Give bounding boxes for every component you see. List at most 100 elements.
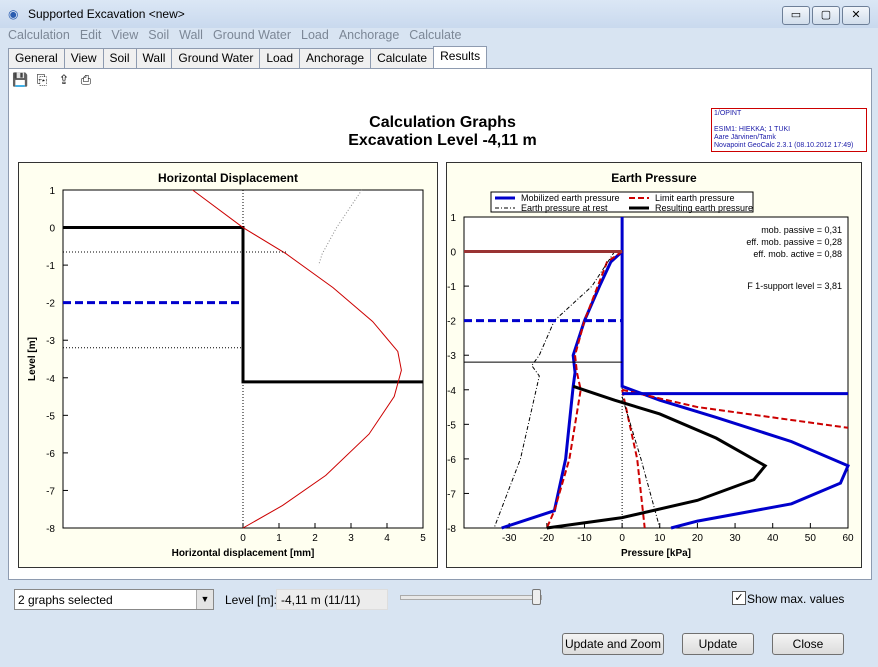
annotation: F 1-support level = 3,81 <box>747 281 842 291</box>
window-title: Supported Excavation <new> <box>28 7 185 21</box>
horizontal-displacement-chart: Horizontal Displacement 1 0 -1 -2 -3 -4 -5 -6 -7… <box>18 162 438 568</box>
tab-results[interactable]: Results <box>433 46 488 69</box>
y-tick-label: -4 <box>447 386 456 397</box>
tab-ground-water[interactable]: Ground Water <box>171 48 261 68</box>
earth-pressure-chart: Earth Pressure 1 0 -1 -2 -3 -4 -5 -6 -7 -8 -30 -20-… <box>446 162 862 568</box>
menu-soil[interactable]: Soil <box>148 28 169 42</box>
save-icon[interactable]: 💾 <box>12 72 28 88</box>
tab-wall[interactable]: Wall <box>135 48 173 68</box>
y-tick-label: -4 <box>46 374 55 385</box>
level-value: -4,11 m (11/11) <box>281 593 361 607</box>
chevron-down-icon[interactable]: ▼ <box>196 590 213 609</box>
x-tick-label: 0 <box>619 533 625 544</box>
legend-label: Resulting earth pressure <box>655 203 753 213</box>
info-box: 1/OPINT ESIM1: HIEKKA; 1 TUKI Aare Järvine… <box>711 108 867 152</box>
y-tick-label: -7 <box>447 489 456 500</box>
level-label: Level [m]: <box>225 593 278 607</box>
toolbar: 💾 ⎘ ⇪ ⎙ <box>12 72 100 88</box>
y-tick-label: -1 <box>447 282 456 293</box>
page-title: Calculation Graphs <box>369 114 516 131</box>
y-tick-label: -3 <box>447 351 456 362</box>
x-axis-label: Pressure [kPa] <box>621 548 691 559</box>
copy-icon[interactable]: ⎘ <box>34 72 50 88</box>
plot-area <box>463 216 849 529</box>
y-tick-label: 0 <box>450 248 456 259</box>
menu-anchorage[interactable]: Anchorage <box>339 28 399 42</box>
update-button[interactable]: Update <box>682 633 754 655</box>
y-tick-label: 1 <box>450 213 456 224</box>
tab-soil[interactable]: Soil <box>102 48 137 68</box>
y-tick-label: 1 <box>49 186 55 197</box>
tab-view[interactable]: View <box>63 48 104 68</box>
x-tick-label: 0 <box>240 533 246 544</box>
y-tick-label: -2 <box>46 299 55 310</box>
legend-label: Limit earth pressure <box>655 193 735 203</box>
x-tick-label: 3 <box>348 533 354 544</box>
y-tick-label: -2 <box>447 317 456 328</box>
x-tick-label: 60 <box>842 533 854 544</box>
info-line: ESIM1: HIEKKA; 1 TUKI <box>714 126 791 133</box>
y-tick-label: -6 <box>447 455 456 466</box>
print-icon[interactable]: ⎙ <box>78 72 94 88</box>
maximize-button[interactable]: ▢ <box>812 6 840 25</box>
tab-calculate[interactable]: Calculate <box>370 48 435 68</box>
export-icon[interactable]: ⇪ <box>56 72 72 88</box>
x-tick-label: 10 <box>654 533 666 544</box>
y-tick-label: -3 <box>46 336 55 347</box>
y-tick-label: -1 <box>46 261 55 272</box>
x-tick-label: 40 <box>767 533 779 544</box>
tab-general[interactable]: General <box>8 48 65 68</box>
close-window-button[interactable]: ✕ <box>842 6 870 25</box>
graphs-select[interactable]: 2 graphs selected ▼ <box>14 589 214 610</box>
annotation: eff. mob. passive = 0,28 <box>746 237 842 247</box>
legend-label: Mobilized earth pressure <box>521 193 620 203</box>
menu-bar: Calculation Edit View Soil Wall Ground Water L… <box>8 28 471 46</box>
info-line: Aare Järvinen/Tamk <box>714 134 776 141</box>
menu-ground-water[interactable]: Ground Water <box>213 28 291 42</box>
menu-edit[interactable]: Edit <box>80 28 102 42</box>
x-tick-label: 30 <box>729 533 741 544</box>
x-tick-label: 5 <box>420 533 426 544</box>
show-max-label: Show max. values <box>747 592 845 606</box>
y-tick-label: 0 <box>49 224 55 235</box>
level-field: -4,11 m (11/11) <box>276 589 388 610</box>
info-line: 1/OPINT <box>714 110 742 117</box>
legend-label: Earth pressure at rest <box>521 203 608 213</box>
page-subtitle: Excavation Level -4,11 m <box>348 132 537 149</box>
graphs-header: Calculation Graphs Excavation Level -4,1… <box>300 114 585 150</box>
close-button[interactable]: Close <box>772 633 844 655</box>
x-tick-label: 50 <box>805 533 817 544</box>
menu-calculate[interactable]: Calculate <box>409 28 461 42</box>
menu-wall[interactable]: Wall <box>179 28 203 42</box>
minimize-button[interactable]: ▭ <box>782 6 810 25</box>
slider-thumb[interactable] <box>532 589 541 605</box>
x-tick-label: 2 <box>312 533 318 544</box>
update-and-zoom-button[interactable]: Update and Zoom <box>562 633 664 655</box>
y-axis-label: Level [m] <box>27 337 38 381</box>
y-tick-label: -5 <box>46 411 55 422</box>
y-tick-label: -8 <box>46 524 55 535</box>
graphs-select-value: 2 graphs selected <box>18 593 113 607</box>
tab-anchorage[interactable]: Anchorage <box>299 48 372 68</box>
level-slider[interactable] <box>400 595 542 600</box>
x-tick-label: 20 <box>692 533 704 544</box>
y-tick-label: -7 <box>46 486 55 497</box>
show-max-checkbox[interactable]: ✓ <box>732 591 746 605</box>
tab-load[interactable]: Load <box>259 48 301 68</box>
x-tick-label: -10 <box>577 533 592 544</box>
x-axis-label: Horizontal displacement [mm] <box>172 548 315 559</box>
annotation: mob. passive = 0,31 <box>761 225 842 235</box>
info-line: Novapoint GeoCalc 2.3.1 (08.10.2012 17:4… <box>714 142 854 149</box>
annotation: eff. mob. active = 0,88 <box>753 249 842 259</box>
y-tick-label: -5 <box>447 420 456 431</box>
x-tick-label: -30 <box>502 533 517 544</box>
x-tick-label: 4 <box>384 533 390 544</box>
y-tick-label: -6 <box>46 449 55 460</box>
x-tick-label: 1 <box>276 533 282 544</box>
menu-load[interactable]: Load <box>301 28 329 42</box>
title-bar: ◉ Supported Excavation <new> ▭ ▢ ✕ <box>0 0 878 28</box>
menu-calculation[interactable]: Calculation <box>8 28 70 42</box>
y-tick-label: -8 <box>447 524 456 535</box>
info-line <box>714 118 864 126</box>
menu-view[interactable]: View <box>111 28 138 42</box>
